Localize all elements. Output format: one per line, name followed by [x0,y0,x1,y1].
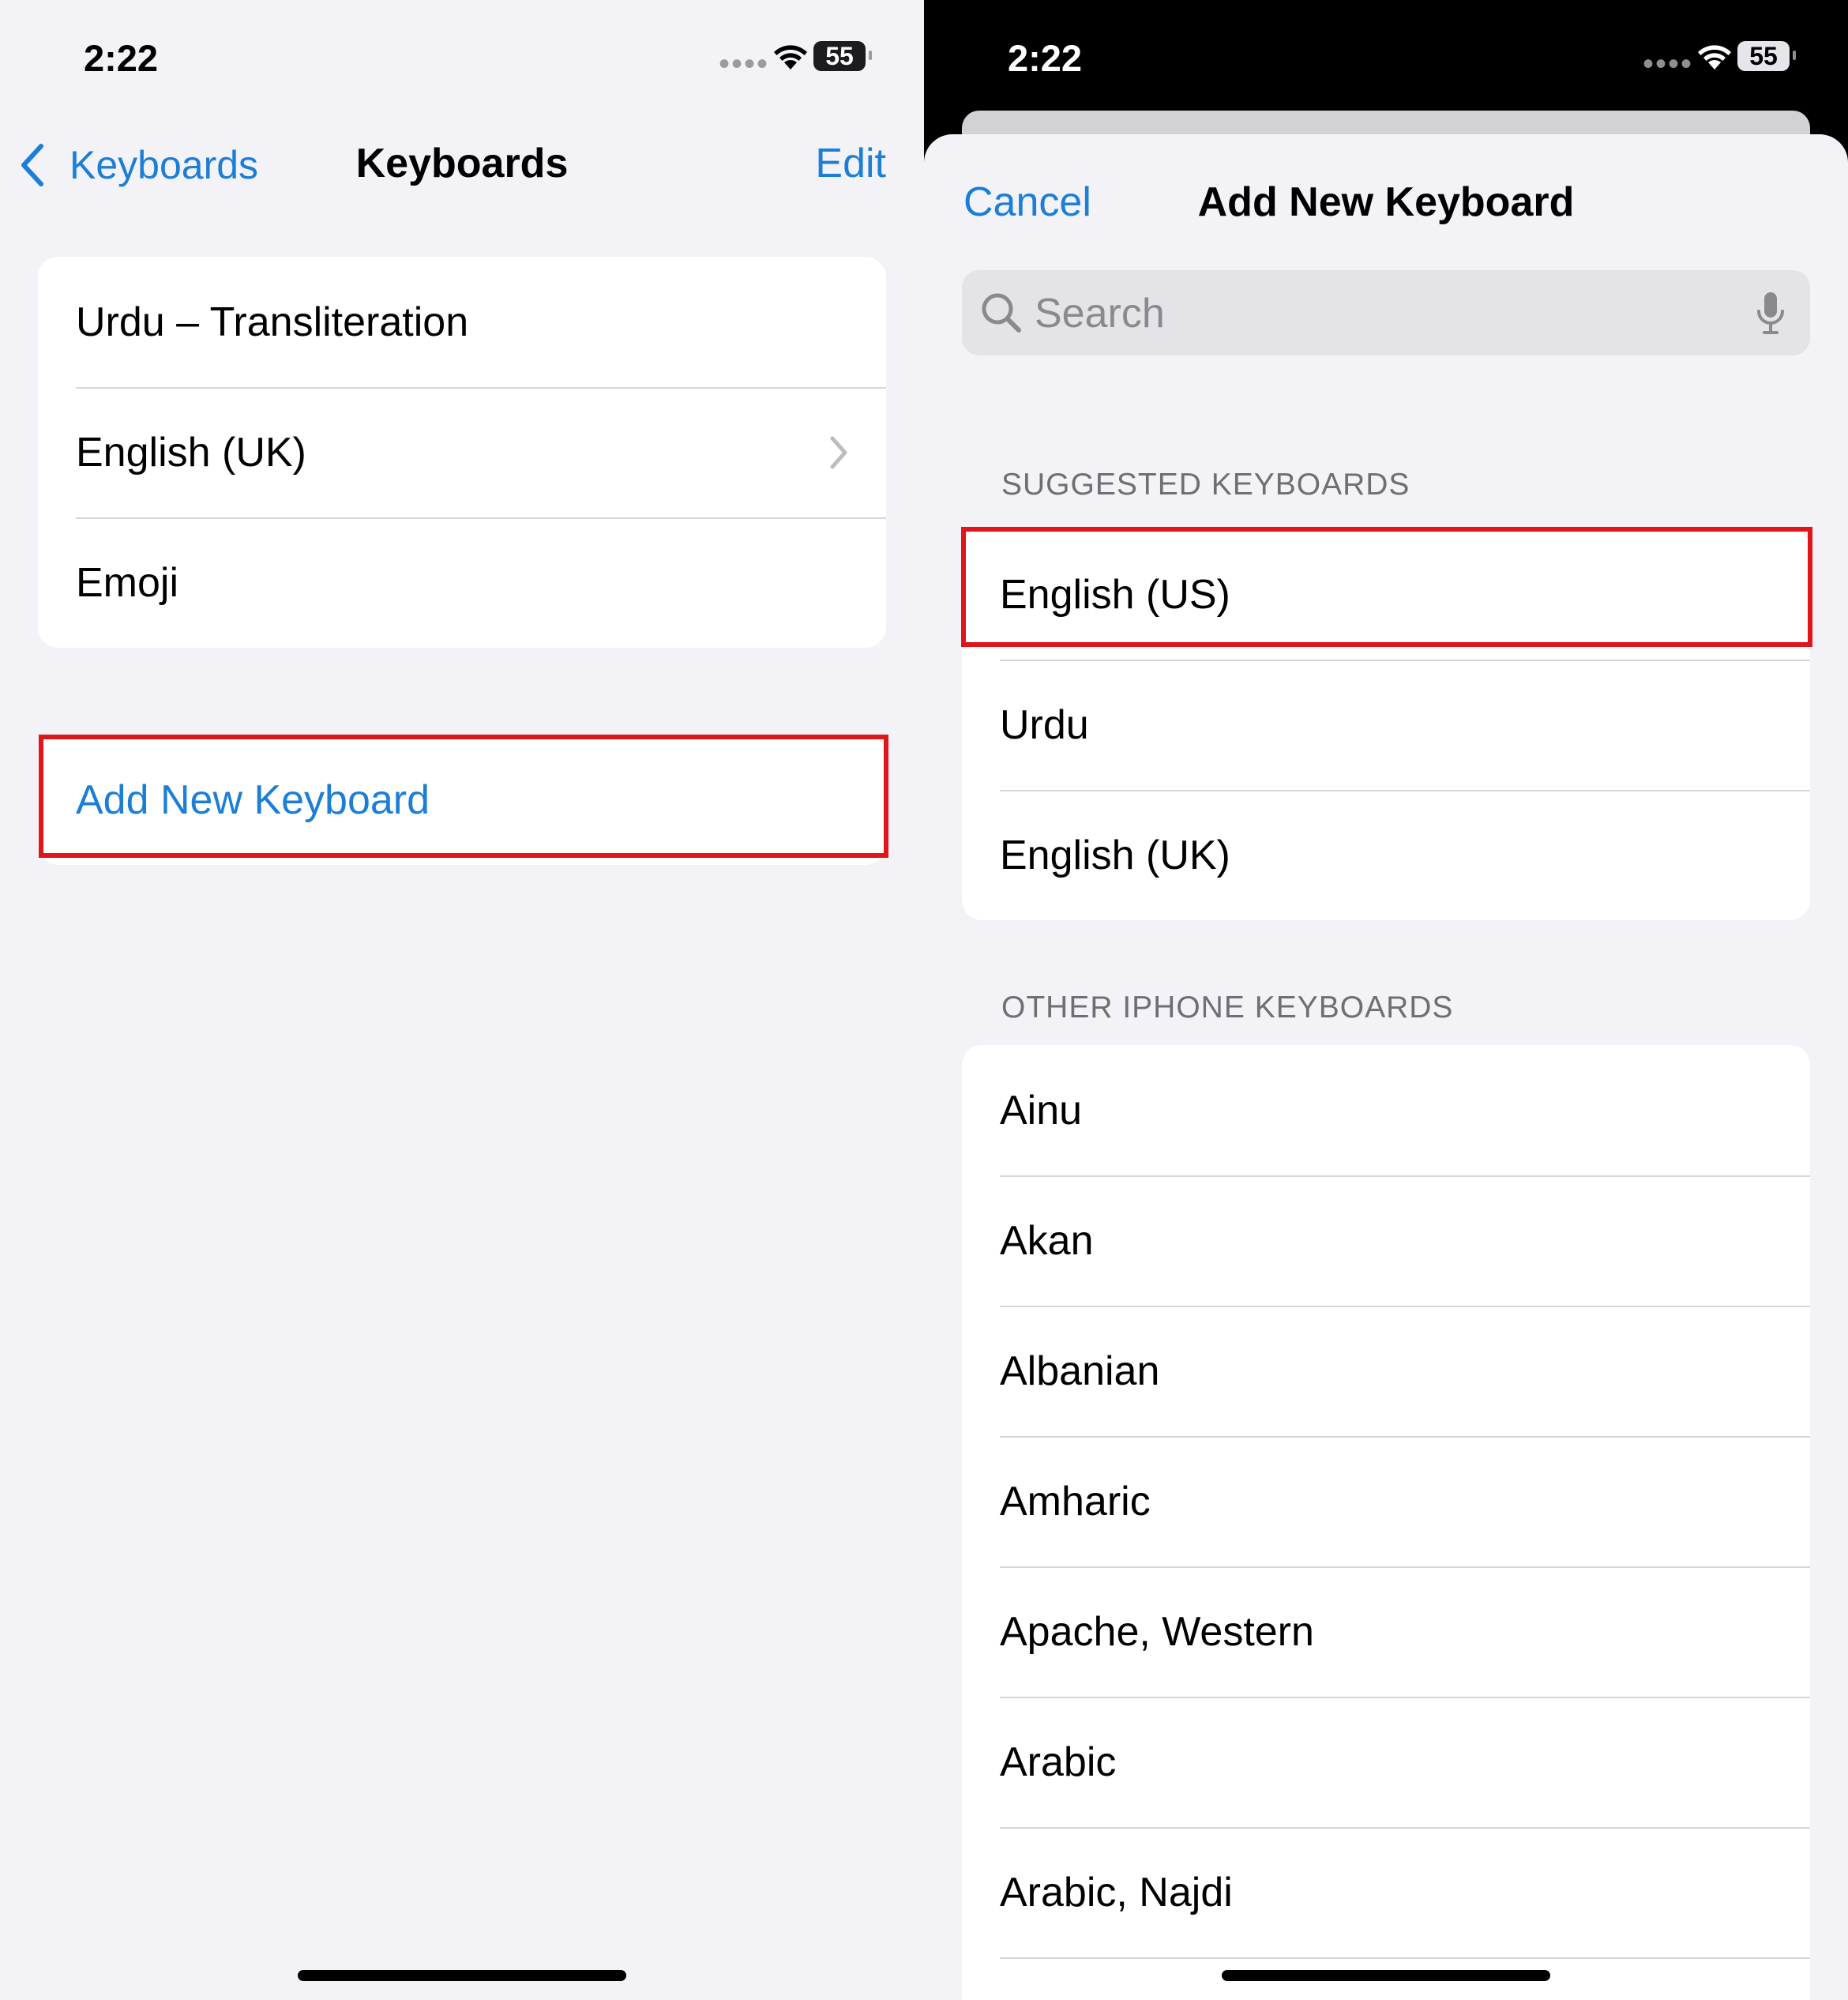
keyboard-row-urdu-transliteration[interactable]: Urdu – Transliteration [38,257,886,387]
status-icons: •••• 55 [719,39,885,81]
keyboard-label: Arabic, Najdi [1000,1869,1233,1915]
section-header-other: OTHER IPHONE KEYBOARDS [1001,991,1454,1024]
keyboards-screen: 2:22 •••• 55 Keyboards Keyboards Edit Ur… [0,0,924,2000]
microphone-icon[interactable] [1755,291,1786,336]
keyboard-label: Urdu [1000,701,1089,748]
keyboard-row-amharic[interactable]: Amharic [962,1436,1810,1566]
search-bar[interactable] [962,270,1810,355]
keyboard-label: Emoji [76,559,179,606]
battery-icon: 55 [813,41,866,71]
section-header-suggested: SUGGESTED KEYBOARDS [1001,468,1410,502]
wifi-icon [1698,45,1731,70]
keyboard-label: English (US) [1000,571,1230,618]
edit-button[interactable]: Edit [815,140,886,187]
other-keyboards-list: Ainu Akan Albanian Amharic Apache, Weste… [962,1045,1810,2000]
keyboard-label: Akan [1000,1217,1094,1264]
keyboard-row-arabic[interactable]: Arabic [962,1697,1810,1827]
keyboard-label: Urdu – Transliteration [76,299,469,345]
add-new-keyboard-button[interactable]: Add New Keyboard [38,735,886,865]
keyboard-label: Amharic [1000,1478,1151,1524]
page-title: Keyboards [355,141,569,186]
battery-tip [1793,51,1796,60]
status-time: 2:22 [84,37,159,79]
keyboard-row-akan[interactable]: Akan [962,1175,1810,1306]
keyboard-row-arabic-najdi[interactable]: Arabic, Najdi [962,1827,1810,1957]
keyboard-label: Apache, Western [1000,1608,1314,1655]
keyboard-row-ainu[interactable]: Ainu [962,1045,1810,1175]
keyboards-list: Urdu – Transliteration English (UK) Emoj… [38,257,886,648]
signal-dots-icon: •••• [1643,47,1694,81]
keyboard-row-english-uk[interactable]: English (UK) [38,387,886,517]
search-icon [982,293,1021,333]
keyboard-row-albanian[interactable]: Albanian [962,1306,1810,1436]
add-keyboard-group: Add New Keyboard [38,735,886,865]
suggested-keyboards-list: English (US) Urdu English (UK) [962,529,1810,920]
keyboard-row-english-uk[interactable]: English (UK) [962,790,1810,920]
keyboard-label: English (UK) [1000,832,1230,878]
keyboard-row-apache-western[interactable]: Apache, Western [962,1566,1810,1697]
chevron-right-icon [830,436,847,468]
keyboard-row-emoji[interactable]: Emoji [38,517,886,648]
add-keyboard-screen: 2:22 •••• 55 Add New Keyboard Cancel Sea… [924,0,1848,2000]
keyboard-label: Arabic [1000,1739,1117,1785]
battery-tip [869,51,872,60]
search-input[interactable] [1033,281,1731,346]
keyboard-row-urdu[interactable]: Urdu [962,660,1810,790]
status-icons: •••• 55 [1643,39,1809,81]
home-indicator [1222,1970,1550,1981]
status-time: 2:22 [1008,37,1083,79]
add-keyboard-sheet: Add New Keyboard Cancel SUGGESTED KEYBOA… [924,134,1848,2000]
cancel-button[interactable]: Cancel [963,179,1091,226]
home-indicator [298,1970,626,1981]
keyboard-label: Albanian [1000,1348,1160,1394]
keyboard-label: English (UK) [76,429,306,476]
battery-icon: 55 [1737,41,1790,71]
keyboard-label: Ainu [1000,1087,1083,1133]
wifi-icon [774,45,807,70]
keyboard-row-english-us[interactable]: English (US) [962,529,1810,660]
signal-dots-icon: •••• [719,47,770,81]
